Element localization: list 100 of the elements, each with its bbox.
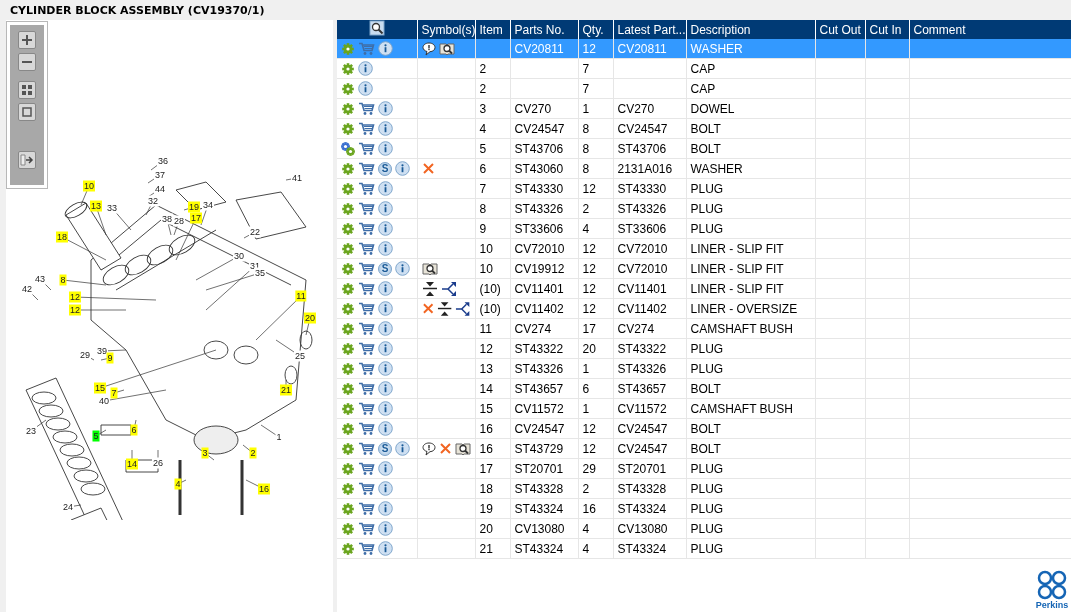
- gear-icon: [341, 481, 355, 496]
- column-header[interactable]: Symbol(s): [417, 20, 475, 39]
- table-cell: ST20701: [514, 461, 564, 476]
- cart-icon: [358, 541, 375, 556]
- callout-label: 32: [147, 195, 159, 207]
- speech-bubble-icon: [421, 41, 436, 56]
- callout-label: 9: [106, 352, 114, 364]
- table-cell: CV11572: [617, 401, 667, 416]
- table-cell: ST43322: [617, 341, 667, 356]
- toolbar-button[interactable]: [18, 151, 36, 169]
- table-cell: BOLT: [690, 141, 721, 156]
- table-cell: 10: [479, 241, 493, 256]
- column-header[interactable]: Parts No.: [510, 20, 578, 39]
- table-cell: 16: [479, 441, 493, 456]
- table-row[interactable]: 11 CV274 17 CV274 CAMSHAFT BUSH: [337, 318, 1071, 339]
- column-header[interactable]: Latest Part...: [613, 20, 686, 39]
- table-row[interactable]: 15 CV11572 1 CV11572 CAMSHAFT BUSH: [337, 398, 1071, 419]
- column-header[interactable]: Cut In: [865, 20, 909, 39]
- table-cell: LINER - OVERSIZE: [690, 301, 798, 316]
- gear-icon: [341, 241, 355, 256]
- grid-icon: [21, 84, 33, 96]
- table-row[interactable]: 19 ST43324 16 ST43324 PLUG: [337, 498, 1071, 519]
- table-cell: CV11402: [617, 301, 667, 316]
- callout-label: 44: [154, 183, 166, 195]
- table-cell: ST43324: [514, 541, 564, 556]
- table-row[interactable]: 9 ST33606 4 ST33606 PLUG: [337, 218, 1071, 239]
- table-row[interactable]: (10) CV11401 12 CV11401 LINER - SLIP FIT: [337, 278, 1071, 299]
- toolbar-button[interactable]: [18, 53, 36, 71]
- cart-icon: [358, 481, 375, 496]
- book-magnifier-icon: [421, 261, 438, 276]
- table-cell: ST33606: [617, 221, 667, 236]
- table-cell: BOLT: [690, 381, 721, 396]
- column-header[interactable]: Qty.: [578, 20, 613, 39]
- callout-label: 41: [291, 172, 303, 184]
- gear-icon: [341, 321, 355, 336]
- table-cell: ST20701: [617, 461, 667, 476]
- table-cell: LINER - SLIP FIT: [690, 281, 784, 296]
- table-cell: 2131A016: [617, 161, 673, 176]
- table-row[interactable]: 18 ST43328 2 ST43328 PLUG: [337, 478, 1071, 499]
- callout-label: 34: [202, 199, 214, 211]
- gear-icon: [341, 101, 355, 116]
- info-icon: [378, 381, 393, 396]
- table-row[interactable]: 2 7 CAP: [337, 58, 1071, 79]
- table-cell: ST43326: [617, 201, 667, 216]
- column-header[interactable]: Description: [686, 20, 815, 39]
- table-cell: 7: [582, 61, 590, 76]
- table-cell: CV270: [617, 101, 655, 116]
- table-row[interactable]: 17 ST20701 29 ST20701 PLUG: [337, 458, 1071, 479]
- table-cell: PLUG: [690, 341, 724, 356]
- table-row[interactable]: 20 CV13080 4 CV13080 PLUG: [337, 518, 1071, 539]
- table-row[interactable]: 21 ST43324 4 ST43324 PLUG: [337, 538, 1071, 559]
- table-cell: PLUG: [690, 361, 724, 376]
- callout-label: 10: [83, 180, 95, 192]
- toolbar-button[interactable]: [18, 31, 36, 49]
- column-header[interactable]: Cut Out: [815, 20, 865, 39]
- table-row[interactable]: 7 ST43330 12 ST43330 PLUG: [337, 178, 1071, 199]
- table-row[interactable]: 4 CV24547 8 CV24547 BOLT: [337, 118, 1071, 139]
- table-row[interactable]: 16 CV24547 12 CV24547 BOLT: [337, 418, 1071, 439]
- table-row[interactable]: S 6 ST43060 8 2131A016 WASHER: [337, 158, 1071, 179]
- gear-icon: [341, 61, 355, 76]
- cart-icon: [358, 461, 375, 476]
- table-row[interactable]: 10 CV72010 12 CV72010 LINER - SLIP FIT: [337, 238, 1071, 259]
- cart-icon: [358, 221, 375, 236]
- table-cell: CV270: [514, 101, 552, 116]
- cart-icon: [358, 201, 375, 216]
- table-row[interactable]: 13 ST43326 1 ST43326 PLUG: [337, 358, 1071, 379]
- callout-label: 12: [69, 291, 81, 303]
- table-row[interactable]: 14 ST43657 6 ST43657 BOLT: [337, 378, 1071, 399]
- table-cell: CV11402: [514, 301, 564, 316]
- cart-icon: [358, 401, 375, 416]
- table-row[interactable]: (10) CV11402 12 CV11402 LINER - OVERSIZE: [337, 298, 1071, 319]
- column-header[interactable]: Comment: [909, 20, 1071, 39]
- table-row[interactable]: 5 ST43706 8 ST43706 BOLT: [337, 138, 1071, 159]
- cart-icon: [358, 161, 375, 176]
- column-header[interactable]: Item: [475, 20, 510, 39]
- table-cell: 12: [582, 261, 596, 276]
- table-cell: 20: [582, 341, 596, 356]
- info-icon: [395, 161, 410, 176]
- gear-icon: [341, 121, 355, 136]
- export-arrow-icon: [20, 154, 34, 166]
- table-row[interactable]: 3 CV270 1 CV270 DOWEL: [337, 98, 1071, 119]
- table-cell: ST43729: [514, 441, 564, 456]
- table-row[interactable]: 12 ST43322 20 ST43322 PLUG: [337, 338, 1071, 359]
- gear-icon: [341, 401, 355, 416]
- table-cell: CV24547: [617, 121, 668, 136]
- toolbar-button[interactable]: [18, 81, 36, 99]
- table-cell: 11: [479, 321, 492, 336]
- gear-icon: [341, 381, 355, 396]
- table-row[interactable]: 8 ST43326 2 ST43326 PLUG: [337, 198, 1071, 219]
- search-icon[interactable]: [368, 20, 385, 36]
- table-cell: 2: [582, 201, 590, 216]
- table-cell: CV24547: [514, 421, 565, 436]
- book-magnifier-icon: [454, 441, 471, 456]
- table-row[interactable]: 2 7 CAP: [337, 78, 1071, 99]
- table-cell: PLUG: [690, 181, 724, 196]
- table-cell: ST43322: [514, 341, 564, 356]
- table-row[interactable]: S 16 ST43729 12 CV24547 BOLT: [337, 438, 1071, 459]
- callout-label: 16: [258, 483, 270, 495]
- table-row[interactable]: S 10 CV19912 12 CV72010 LINER - SLIP FIT: [337, 258, 1071, 279]
- callout-label: 26: [152, 457, 164, 469]
